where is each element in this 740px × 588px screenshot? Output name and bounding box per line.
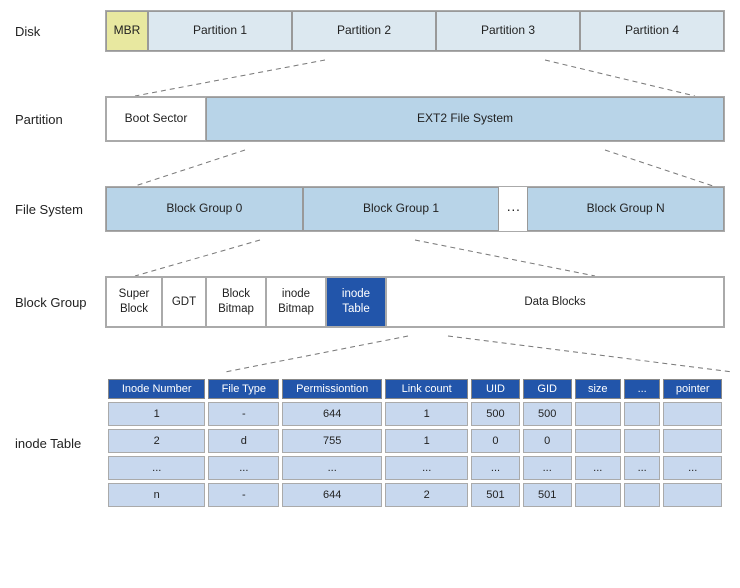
table-cell [663, 402, 722, 426]
th-file-type: File Type [208, 379, 279, 399]
inode-header-row: Inode Number File Type Permissiontion Li… [108, 379, 722, 399]
inode-table-label: inode Table [15, 376, 105, 451]
filesystem-row: File System Block Group 0 Block Group 1 … [15, 186, 725, 232]
conn-disk-partition [105, 60, 740, 96]
partition-row: Partition Boot Sector EXT2 File System [15, 96, 725, 142]
inode-section: inode Table Inode Number File Type Permi… [15, 376, 725, 510]
th-permission: Permissiontion [282, 379, 382, 399]
table-cell: ... [208, 456, 279, 480]
fs-wrapper: Block Group 0 Block Group 1 ··· Block Gr… [105, 186, 725, 232]
bg-wrapper: Super Block GDT Block Bitmap inode Bitma… [105, 276, 725, 328]
table-cell [624, 429, 661, 453]
table-row: 1-6441500500 [108, 402, 722, 426]
blockgroup-row: Block Group Super Block GDT Block Bitmap… [15, 276, 725, 328]
table-cell: ... [471, 456, 520, 480]
diagram: Disk MBR Partition 1 Partition 2 Partiti… [15, 10, 725, 510]
table-cell [663, 429, 722, 453]
th-link-count: Link count [385, 379, 468, 399]
th-pointer: pointer [663, 379, 722, 399]
partition-wrapper: Boot Sector EXT2 File System [105, 96, 725, 142]
table-cell [575, 402, 621, 426]
conn-fs-bg-svg [105, 240, 740, 276]
block-bitmap-box: Block Bitmap [206, 277, 266, 327]
table-cell: ... [282, 456, 382, 480]
table-cell: - [208, 402, 279, 426]
table-cell: 1 [385, 429, 468, 453]
table-row: 2d755100 [108, 429, 722, 453]
table-cell: ... [108, 456, 205, 480]
table-cell: 1 [108, 402, 205, 426]
partition4-box: Partition 4 [580, 11, 724, 51]
bg-dots-box: ··· [499, 187, 527, 231]
th-dots: ... [624, 379, 661, 399]
table-cell: 644 [282, 483, 382, 507]
table-cell [624, 402, 661, 426]
table-cell [624, 483, 661, 507]
table-cell: ... [624, 456, 661, 480]
inode-table: Inode Number File Type Permissiontion Li… [105, 376, 725, 510]
table-cell: 1 [385, 402, 468, 426]
table-cell: 644 [282, 402, 382, 426]
ext2-box: EXT2 File System [206, 97, 724, 141]
table-cell [575, 483, 621, 507]
th-size: size [575, 379, 621, 399]
conn-fs-bg [105, 240, 740, 276]
partition3-box: Partition 3 [436, 11, 580, 51]
data-blocks-box: Data Blocks [386, 277, 724, 327]
inode-bitmap-box: inode Bitmap [266, 277, 326, 327]
conn-partition-fs-svg [105, 150, 740, 186]
filesystem-label: File System [15, 202, 105, 217]
th-inode-number: Inode Number [108, 379, 205, 399]
table-cell: 2 [385, 483, 468, 507]
table-row: n-6442501501 [108, 483, 722, 507]
table-cell [575, 429, 621, 453]
inode-table-box: inode Table [326, 277, 386, 327]
inode-table-wrapper: Inode Number File Type Permissiontion Li… [105, 376, 725, 510]
bg1-box: Block Group 1 [303, 187, 500, 231]
table-cell: ... [385, 456, 468, 480]
disk-label: Disk [15, 24, 105, 39]
partition2-box: Partition 2 [292, 11, 436, 51]
table-cell: 0 [523, 429, 572, 453]
conn-disk-partition-svg [105, 60, 740, 96]
table-cell: 501 [471, 483, 520, 507]
conn-bg-inode [105, 336, 740, 372]
th-uid: UID [471, 379, 520, 399]
table-cell: n [108, 483, 205, 507]
table-cell: ... [575, 456, 621, 480]
table-cell: 500 [523, 402, 572, 426]
inode-tbody: 1-64415005002d755100....................… [108, 402, 722, 507]
table-cell: 0 [471, 429, 520, 453]
conn-partition-fs [105, 150, 740, 186]
table-cell: - [208, 483, 279, 507]
conn-bg-inode-svg [105, 336, 740, 372]
table-row: ........................... [108, 456, 722, 480]
table-cell: ... [523, 456, 572, 480]
mbr-box: MBR [106, 11, 148, 51]
disk-row: Disk MBR Partition 1 Partition 2 Partiti… [15, 10, 725, 52]
blockgroup-label: Block Group [15, 295, 105, 310]
boot-sector-box: Boot Sector [106, 97, 206, 141]
partition1-box: Partition 1 [148, 11, 292, 51]
bg0-box: Block Group 0 [106, 187, 303, 231]
table-cell [663, 483, 722, 507]
gdt-box: GDT [162, 277, 206, 327]
table-cell: d [208, 429, 279, 453]
table-cell: 2 [108, 429, 205, 453]
table-cell: 755 [282, 429, 382, 453]
disk-wrapper: MBR Partition 1 Partition 2 Partition 3 … [105, 10, 725, 52]
table-cell: 500 [471, 402, 520, 426]
table-cell: ... [663, 456, 722, 480]
super-block-box: Super Block [106, 277, 162, 327]
partition-label: Partition [15, 112, 105, 127]
bgn-box: Block Group N [527, 187, 724, 231]
table-cell: 501 [523, 483, 572, 507]
th-gid: GID [523, 379, 572, 399]
